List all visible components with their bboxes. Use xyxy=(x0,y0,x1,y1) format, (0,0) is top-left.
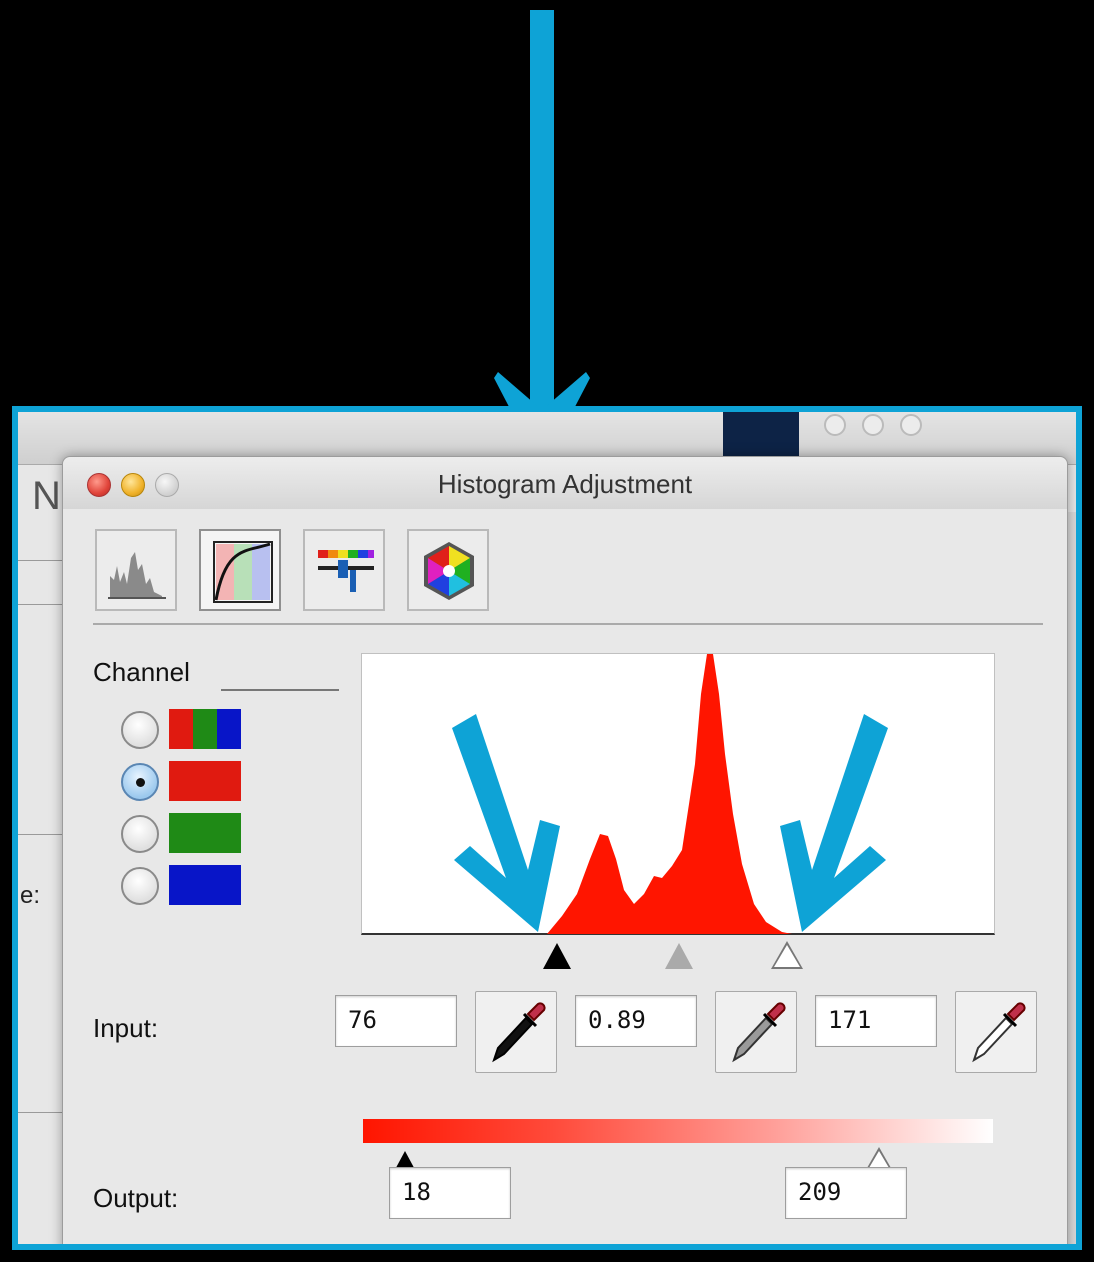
toolbar-divider xyxy=(93,623,1043,625)
white-eyedropper-button[interactable] xyxy=(955,991,1037,1073)
channel-radio-red[interactable] xyxy=(121,763,159,801)
rgb-channel-swatch xyxy=(169,709,241,749)
gray-eyedropper-icon xyxy=(732,1002,786,1063)
levels-slider-icon xyxy=(318,550,374,592)
background-window-button[interactable] xyxy=(900,414,922,436)
dialog-title: Histogram Adjustment xyxy=(437,469,693,499)
histogram-tool-button[interactable] xyxy=(95,529,177,611)
channel-radio-blue[interactable] xyxy=(121,867,159,905)
output-black-field[interactable]: 18 xyxy=(389,1167,511,1219)
levels-tool-button[interactable] xyxy=(303,529,385,611)
black-eyedropper-icon xyxy=(492,1002,546,1063)
radio-selected-dot xyxy=(136,778,145,787)
annotation-arrow-left xyxy=(452,714,560,932)
color-balance-tool-button[interactable] xyxy=(407,529,489,611)
input-label: Input: xyxy=(93,1013,159,1043)
background-navy-block xyxy=(723,412,799,456)
channel-radio-rgb[interactable] xyxy=(121,711,159,749)
output-gradient-bar xyxy=(363,1119,993,1143)
blue-channel-swatch xyxy=(169,865,241,905)
green-channel-swatch xyxy=(169,813,241,853)
background-right-edge xyxy=(1078,472,1082,1250)
histogram-icon xyxy=(108,552,166,599)
black-eyedropper-button[interactable] xyxy=(475,991,557,1073)
background-divider xyxy=(18,834,68,835)
channel-label: Channel xyxy=(93,657,190,687)
channel-label-rule xyxy=(221,689,339,691)
output-label: Output: xyxy=(93,1183,179,1213)
background-label-fragment: e: xyxy=(20,882,41,909)
input-black-field[interactable]: 76 xyxy=(335,995,457,1047)
red-histogram-area xyxy=(547,654,792,934)
background-window-button[interactable] xyxy=(824,414,846,436)
input-white-point-handle-fill xyxy=(774,945,800,967)
curves-icon xyxy=(213,541,273,603)
white-eyedropper-icon xyxy=(972,1002,1026,1063)
input-gamma-handle[interactable] xyxy=(665,943,693,969)
curves-tool-button[interactable] xyxy=(199,529,281,611)
background-title-fragment: N xyxy=(32,474,61,518)
background-divider xyxy=(18,560,68,561)
color-wheel-icon xyxy=(424,542,474,600)
background-window-button[interactable] xyxy=(862,414,884,436)
background-divider xyxy=(18,604,68,605)
gray-eyedropper-button[interactable] xyxy=(715,991,797,1073)
input-gamma-field[interactable]: 0.89 xyxy=(575,995,697,1047)
input-black-point-handle[interactable] xyxy=(543,943,571,969)
output-white-field[interactable]: 209 xyxy=(785,1167,907,1219)
background-divider xyxy=(18,1112,68,1113)
dialog-titlebar: Histogram Adjustment xyxy=(63,457,1067,509)
red-channel-swatch xyxy=(169,761,241,801)
annotation-arrow-right xyxy=(780,714,888,932)
channel-radio-green[interactable] xyxy=(121,815,159,853)
input-white-field[interactable]: 171 xyxy=(815,995,937,1047)
